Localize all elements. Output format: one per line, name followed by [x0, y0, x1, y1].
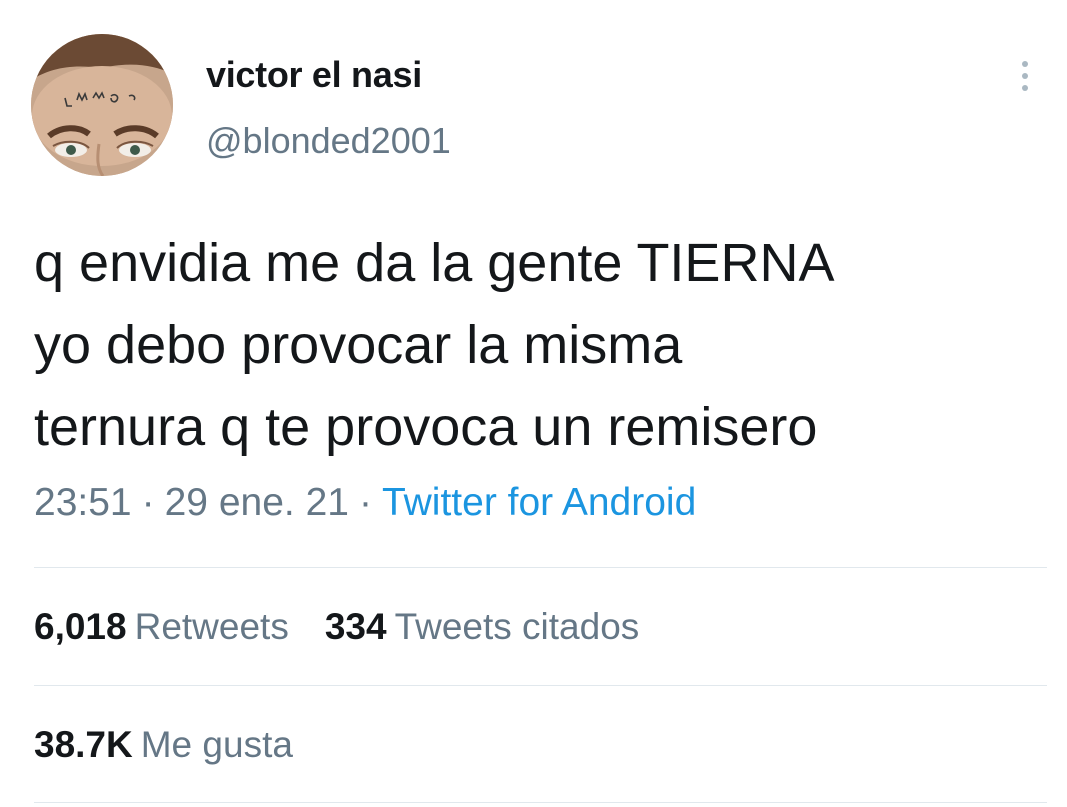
- quote-tweets-stat[interactable]: 334 Tweets citados: [325, 606, 639, 648]
- likes-label: Me gusta: [140, 724, 293, 765]
- retweets-label: Retweets: [134, 606, 289, 647]
- tweet-text-line: ternura q te provoca un remisero: [34, 397, 818, 457]
- tweet-text-line: yo debo provocar la misma: [34, 315, 683, 375]
- retweets-stat[interactable]: 6,018 Retweets: [34, 606, 289, 648]
- tweet-source-link[interactable]: Twitter for Android: [382, 481, 696, 524]
- quote-tweets-count: 334: [324, 606, 387, 647]
- tweet-meta: 23:51 · 29 ene. 21 · Twitter for Android: [34, 481, 696, 525]
- tweet-text: q envidia me da la gente TIERNA yo debo …: [34, 222, 1044, 468]
- meta-separator: ·: [141, 481, 155, 524]
- more-vertical-icon: [1022, 61, 1028, 91]
- divider: [34, 567, 1047, 568]
- likes-stats: 38.7K Me gusta: [34, 724, 293, 766]
- user-handle[interactable]: @blonded2001: [206, 120, 451, 162]
- likes-stat[interactable]: 38.7K Me gusta: [34, 724, 293, 766]
- retweets-count: 6,018: [34, 606, 127, 647]
- avatar[interactable]: [31, 34, 173, 176]
- engagement-stats: 6,018 Retweets 334 Tweets citados: [34, 606, 639, 648]
- tweet-text-line: q envidia me da la gente TIERNA: [34, 233, 835, 293]
- tweet-card: victor el nasi @blonded2001 q envidia me…: [0, 0, 1067, 807]
- quote-tweets-label: Tweets citados: [394, 606, 640, 647]
- display-name[interactable]: victor el nasi: [206, 54, 422, 96]
- more-options-button[interactable]: [1010, 58, 1040, 98]
- meta-separator: ·: [358, 481, 372, 524]
- avatar-image: [31, 34, 173, 176]
- tweet-time[interactable]: 23:51: [34, 481, 132, 524]
- divider: [34, 685, 1047, 686]
- likes-count: 38.7K: [34, 724, 133, 765]
- divider: [34, 802, 1047, 803]
- tweet-date[interactable]: 29 ene. 21: [165, 481, 349, 524]
